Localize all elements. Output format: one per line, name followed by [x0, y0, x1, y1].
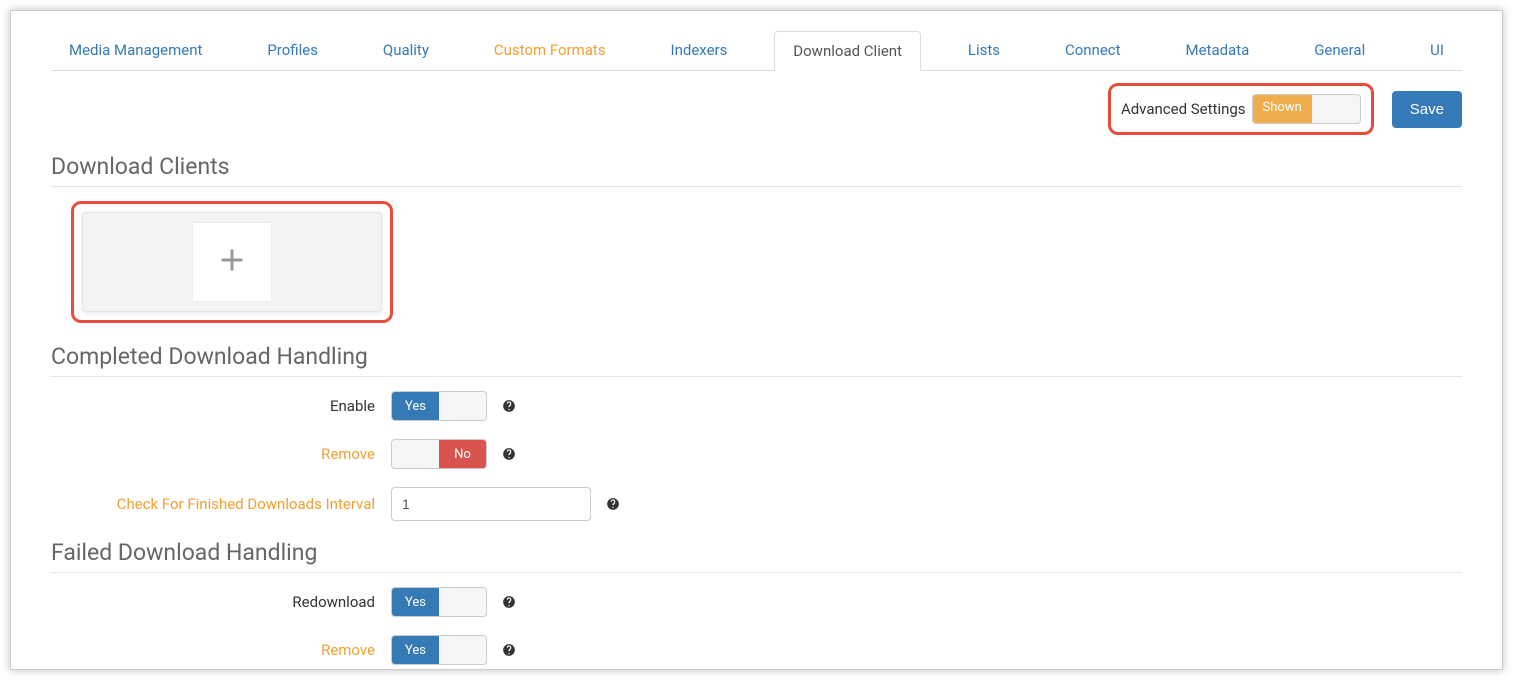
help-icon[interactable] — [501, 398, 517, 414]
tab-quality[interactable]: Quality — [365, 31, 447, 70]
section-download-clients: Download Clients — [51, 153, 1462, 187]
toggle-enable[interactable]: Yes — [391, 391, 487, 421]
row-enable: Enable Yes — [51, 391, 1462, 421]
toggle-redownload[interactable]: Yes — [391, 587, 487, 617]
toggle-enable-value: Yes — [392, 392, 439, 420]
row-interval: Check For Finished Downloads Interval — [51, 487, 1462, 521]
toggle-redownload-blank — [439, 588, 486, 616]
advanced-settings-toggle[interactable]: Shown — [1252, 94, 1361, 124]
toggle-remove-failed-blank — [439, 636, 486, 664]
help-icon[interactable] — [501, 642, 517, 658]
tab-ui[interactable]: UI — [1412, 31, 1462, 70]
tab-general[interactable]: General — [1296, 31, 1383, 70]
label-remove-completed: Remove — [51, 445, 391, 463]
settings-tabs: Media Management Profiles Quality Custom… — [51, 31, 1462, 71]
section-failed-handling: Failed Download Handling — [51, 539, 1462, 573]
label-interval: Check For Finished Downloads Interval — [51, 495, 391, 513]
tab-media-management[interactable]: Media Management — [51, 31, 220, 70]
tab-download-client[interactable]: Download Client — [774, 31, 921, 71]
section-completed-handling: Completed Download Handling — [51, 343, 1462, 377]
advanced-settings-label: Advanced Settings — [1121, 100, 1246, 118]
label-redownload: Redownload — [51, 593, 391, 611]
tab-lists[interactable]: Lists — [950, 31, 1018, 70]
tab-indexers[interactable]: Indexers — [653, 31, 746, 70]
toggle-remove-completed-value: No — [439, 440, 486, 468]
tab-metadata[interactable]: Metadata — [1167, 31, 1267, 70]
row-remove-failed: Remove Yes — [51, 635, 1462, 665]
toggle-enable-blank — [439, 392, 486, 420]
save-button[interactable]: Save — [1392, 91, 1462, 128]
advanced-settings-state: Shown — [1253, 95, 1312, 123]
row-remove-completed: Remove No — [51, 439, 1462, 469]
advanced-settings-box: Advanced Settings Shown — [1108, 83, 1374, 135]
tab-custom-formats[interactable]: Custom Formats — [476, 31, 624, 70]
toggle-redownload-value: Yes — [392, 588, 439, 616]
add-download-client-card[interactable] — [82, 212, 382, 312]
toggle-remove-failed[interactable]: Yes — [391, 635, 487, 665]
row-redownload: Redownload Yes — [51, 587, 1462, 617]
toggle-remove-completed[interactable]: No — [391, 439, 487, 469]
settings-page: Media Management Profiles Quality Custom… — [10, 10, 1503, 670]
add-client-highlight — [71, 201, 393, 323]
plus-icon — [214, 242, 250, 282]
tab-profiles[interactable]: Profiles — [249, 31, 336, 70]
toolbar: Advanced Settings Shown Save — [51, 71, 1462, 147]
toggle-remove-failed-value: Yes — [392, 636, 439, 664]
plus-icon-box — [192, 222, 272, 302]
help-icon[interactable] — [605, 496, 621, 512]
help-icon[interactable] — [501, 594, 517, 610]
input-interval[interactable] — [391, 487, 591, 521]
label-remove-failed: Remove — [51, 641, 391, 659]
tab-connect[interactable]: Connect — [1047, 31, 1139, 70]
toggle-remove-completed-blank — [392, 440, 439, 468]
advanced-settings-toggle-blank — [1312, 95, 1360, 123]
label-enable: Enable — [51, 397, 391, 415]
help-icon[interactable] — [501, 446, 517, 462]
